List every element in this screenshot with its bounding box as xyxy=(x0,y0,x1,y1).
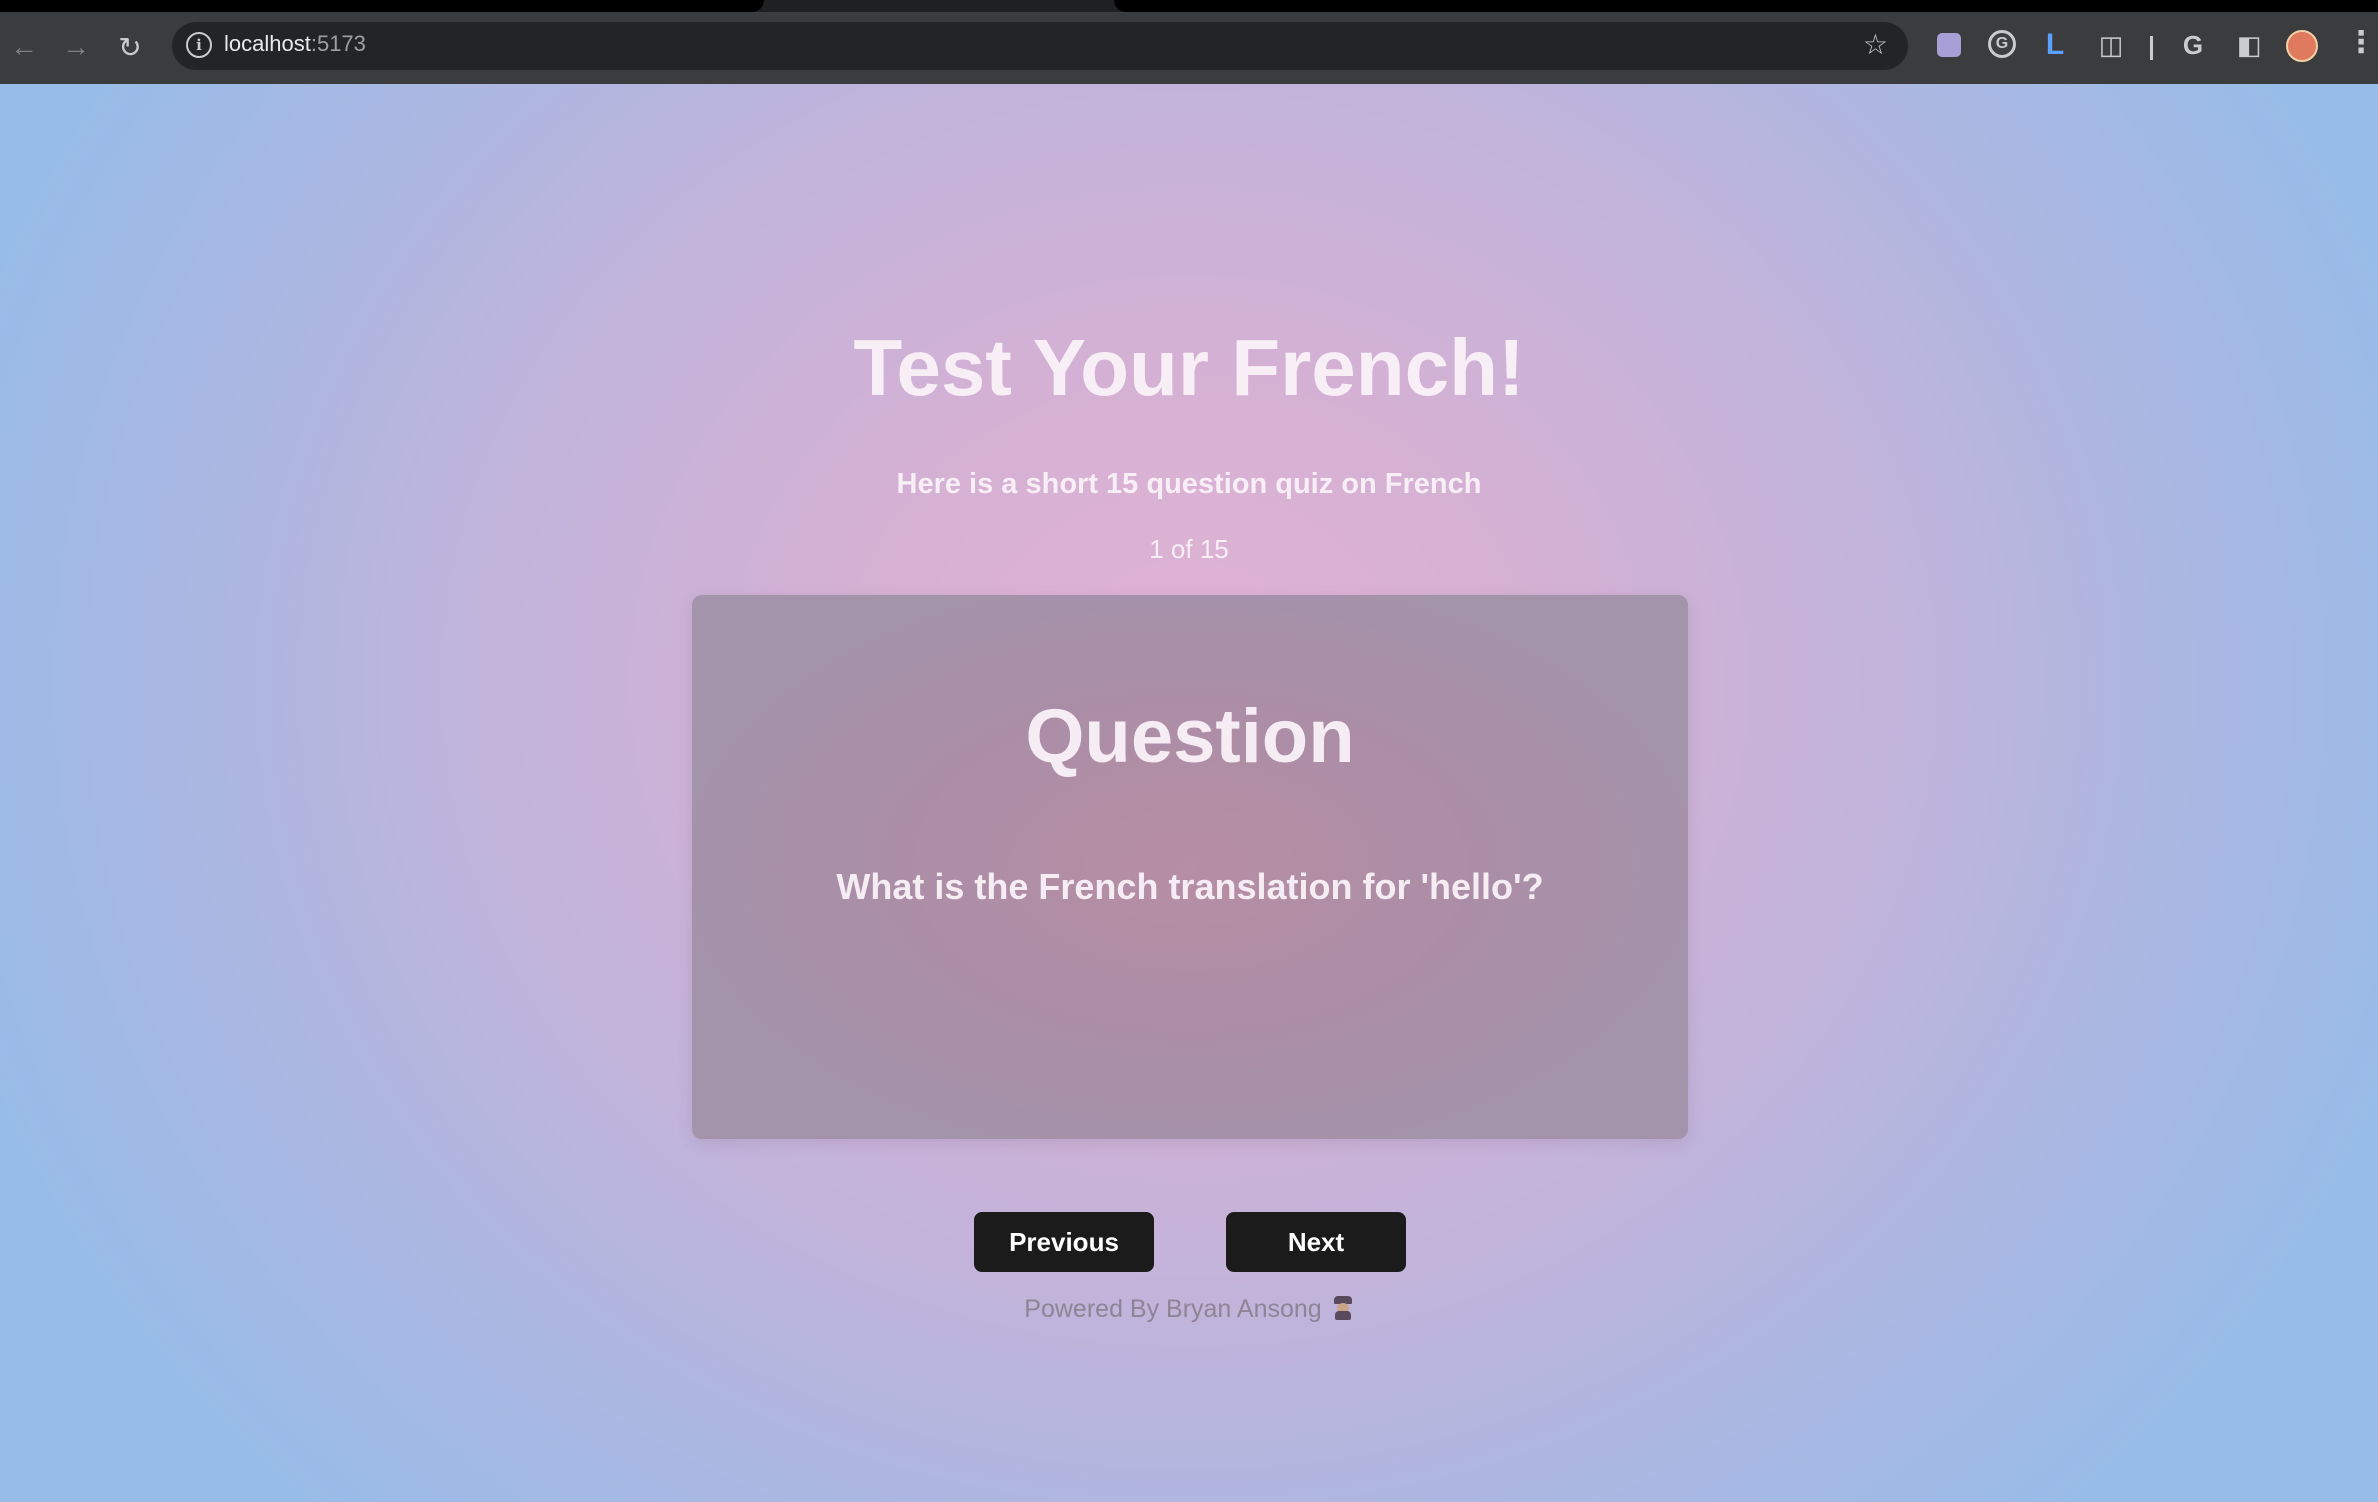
reload-icon[interactable]: ↻ xyxy=(110,27,150,67)
url-host: localhost xyxy=(224,31,311,56)
footer: Powered By Bryan Ansong xyxy=(0,1295,2378,1324)
footer-text: Powered By Bryan Ansong xyxy=(1024,1295,1322,1323)
toolbar-divider xyxy=(2150,36,2153,60)
url-port: :5173 xyxy=(310,31,366,56)
site-info-icon[interactable]: i xyxy=(186,32,212,58)
browser-menu-icon[interactable]: ⋮ xyxy=(2346,28,2376,58)
page-title: Test Your French! xyxy=(853,323,1525,412)
side-panel-icon[interactable]: ◧ xyxy=(2234,30,2264,60)
card-heading: Question xyxy=(1025,694,1355,779)
extensions-puzzle-icon[interactable]: ◫ xyxy=(2096,30,2126,60)
question-counter: 1 of 15 xyxy=(1149,534,1229,564)
browser-toolbar: ← → ↻ i localhost:5173 ☆ G L ◫ G ◧ ⋮ xyxy=(0,0,2378,84)
detective-emoji-icon xyxy=(1332,1296,1354,1320)
l-extension-icon[interactable]: L xyxy=(2040,28,2070,61)
address-bar[interactable]: i localhost:5173 ☆ xyxy=(172,22,1908,70)
tab-strip xyxy=(0,0,2378,12)
profile-avatar[interactable] xyxy=(2286,30,2318,62)
extension-square-icon[interactable] xyxy=(1937,33,1961,57)
tab-right[interactable] xyxy=(1114,0,2378,12)
flashcard[interactable]: Question What is the French translation … xyxy=(692,595,1688,1139)
page-subtitle: Here is a short 15 question quiz on Fren… xyxy=(896,468,1482,500)
page-viewport: Test Your French! Here is a short 15 que… xyxy=(0,84,2378,1502)
question-text: What is the French translation for 'hell… xyxy=(836,866,1544,907)
grammarly-extension-icon[interactable]: G xyxy=(1988,30,2016,58)
back-arrow-icon[interactable]: ← xyxy=(4,27,44,67)
forward-arrow-icon[interactable]: → xyxy=(56,27,96,67)
next-button[interactable]: Next xyxy=(1226,1212,1406,1272)
tab-left[interactable] xyxy=(0,0,764,12)
google-icon[interactable]: G xyxy=(2178,30,2208,60)
bookmark-star-icon[interactable]: ☆ xyxy=(1863,28,1888,61)
url-text[interactable]: localhost:5173 xyxy=(224,31,366,57)
previous-button[interactable]: Previous xyxy=(974,1212,1154,1272)
